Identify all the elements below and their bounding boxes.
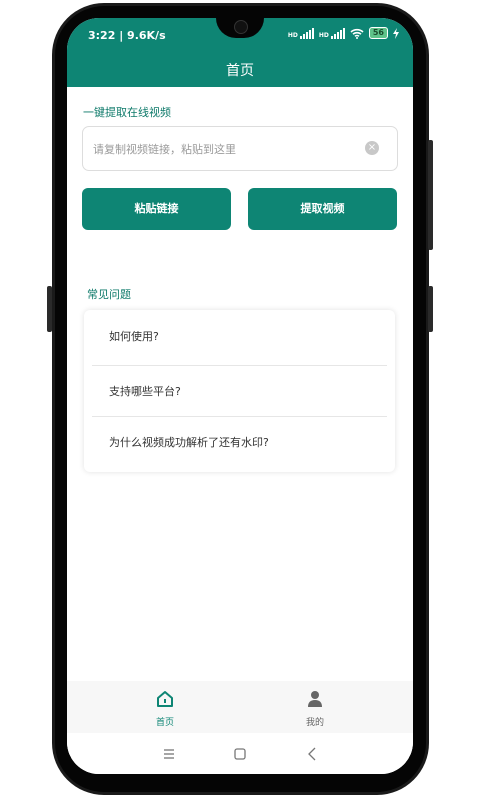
status-bar: 3:22 | 9.6K/s HD HD 56	[67, 18, 413, 52]
paste-link-button[interactable]: 粘贴链接	[82, 188, 231, 230]
clear-icon[interactable]: ×	[365, 141, 379, 155]
front-camera-icon	[234, 20, 248, 34]
back-icon[interactable]	[303, 745, 323, 763]
nav-label-mine: 我的	[305, 718, 324, 728]
nav-label-home: 首页	[155, 718, 174, 728]
nav-tab-home[interactable]: 首页	[105, 681, 225, 733]
signal-icon-2: HD	[318, 27, 345, 39]
home-square-icon[interactable]	[230, 745, 250, 763]
extract-video-button[interactable]: 提取视频	[248, 188, 397, 230]
faq-item-platforms[interactable]: 支持哪些平台?	[84, 365, 395, 416]
signal-label: HD	[287, 31, 298, 39]
faq-section-title: 常见问题	[87, 288, 131, 301]
home-icon	[157, 691, 173, 707]
faq-item-label: 为什么视频成功解析了还有水印?	[109, 436, 269, 449]
phone-side-button	[428, 286, 433, 332]
faq-list: 如何使用? 支持哪些平台? 为什么视频成功解析了还有水印?	[84, 310, 395, 472]
nav-tab-mine[interactable]: 我的	[255, 681, 375, 733]
faq-item-how-to-use[interactable]: 如何使用?	[84, 310, 395, 361]
page-title: 首页	[226, 63, 254, 79]
camera-notch	[216, 18, 264, 38]
signal-icon: HD	[287, 27, 314, 39]
person-icon	[308, 691, 322, 707]
faq-item-label: 如何使用?	[109, 330, 159, 343]
faq-item-label: 支持哪些平台?	[109, 385, 181, 398]
battery-icon: 56	[368, 27, 388, 39]
extract-section-title: 一键提取在线视频	[83, 106, 171, 119]
phone-volume-button	[47, 286, 52, 332]
phone-screen: 3:22 | 9.6K/s HD HD 56 首页 一键提取在线视频 请复制视频…	[67, 18, 413, 774]
app-bar: 首页	[67, 52, 413, 87]
bottom-navigation: 首页 我的	[67, 681, 413, 733]
link-input-box: ×	[82, 126, 398, 172]
phone-power-button	[428, 140, 433, 250]
faq-item-watermark[interactable]: 为什么视频成功解析了还有水印?	[84, 416, 395, 467]
system-navigation-bar	[67, 733, 413, 774]
status-time: 3:22 | 9.6K/s	[88, 29, 166, 42]
status-icons: HD HD 56	[288, 27, 399, 39]
signal-label-2: HD	[318, 31, 329, 39]
charging-icon	[393, 27, 399, 39]
video-link-input[interactable]	[91, 127, 365, 172]
menu-icon[interactable]	[159, 745, 179, 763]
wifi-icon	[350, 28, 364, 39]
